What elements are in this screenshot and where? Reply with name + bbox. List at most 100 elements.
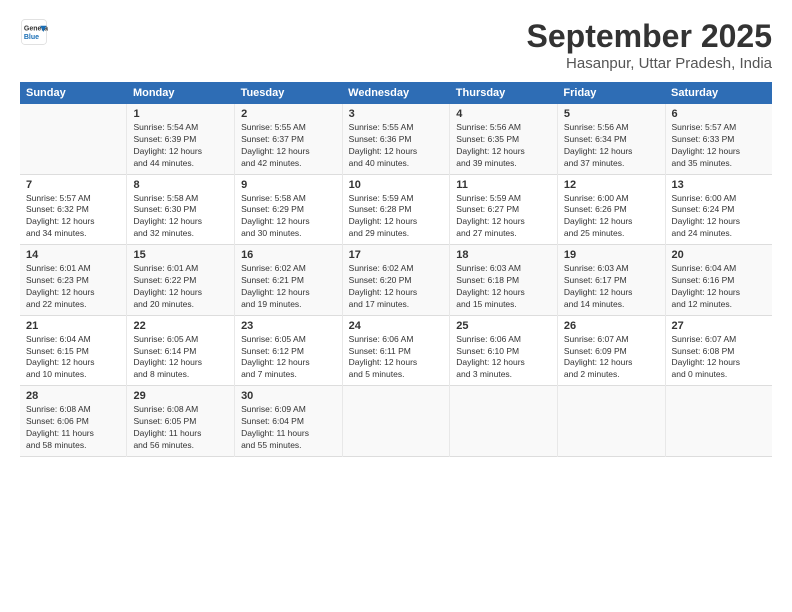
day-number: 15 — [133, 249, 228, 261]
day-cell: 13Sunrise: 6:00 AM Sunset: 6:24 PM Dayli… — [665, 174, 772, 245]
week-row-5: 28Sunrise: 6:08 AM Sunset: 6:06 PM Dayli… — [20, 386, 772, 457]
day-cell: 7 Sunrise: 5:57 AM Sunset: 6:32 PM Daylig… — [20, 174, 127, 245]
day-info: Sunrise: 6:07 AM Sunset: 6:08 PM Dayligh… — [672, 334, 767, 382]
day-info: Sunrise: 6:01 AM Sunset: 6:22 PM Dayligh… — [133, 263, 228, 311]
day-cell: 11 Sunrise: 5:59 AM Sunset: 6:27 PM Dayli… — [450, 174, 558, 245]
day-number: 30 — [241, 390, 336, 402]
day-cell: 16 Sunrise: 6:02 AM Sunset: 6:21 PM Dayli… — [235, 245, 343, 316]
day-number: 7 — [26, 179, 120, 191]
week-row-1: 1Sunrise: 5:54 AM Sunset: 6:39 PM Daylig… — [20, 104, 772, 174]
day-cell: 6 Sunrise: 5:57 AM Sunset: 6:33 PM Daylig… — [665, 104, 772, 174]
week-row-2: 7 Sunrise: 5:57 AM Sunset: 6:32 PM Daylig… — [20, 174, 772, 245]
day-cell: 5 Sunrise: 5:56 AM Sunset: 6:34 PM Daylig… — [557, 104, 665, 174]
day-number: 4 — [456, 108, 551, 120]
day-info: Sunrise: 6:07 AM Sunset: 6:09 PM Dayligh… — [564, 334, 659, 382]
day-number: 18 — [456, 249, 551, 261]
day-cell: 9Sunrise: 5:58 AM Sunset: 6:29 PM Daylig… — [235, 174, 343, 245]
day-info: Sunrise: 5:59 AM Sunset: 6:27 PM Dayligh… — [456, 193, 551, 241]
day-info: Sunrise: 5:56 AM Sunset: 6:35 PM Dayligh… — [456, 122, 551, 170]
day-number: 1 — [133, 108, 228, 120]
day-info: Sunrise: 5:58 AM Sunset: 6:29 PM Dayligh… — [241, 193, 336, 241]
day-info: Sunrise: 5:59 AM Sunset: 6:28 PM Dayligh… — [349, 193, 444, 241]
day-info: Sunrise: 6:02 AM Sunset: 6:21 PM Dayligh… — [241, 263, 336, 311]
col-tuesday: Tuesday — [235, 82, 343, 104]
day-cell: 23Sunrise: 6:05 AM Sunset: 6:12 PM Dayli… — [235, 315, 343, 386]
day-number: 5 — [564, 108, 659, 120]
col-wednesday: Wednesday — [342, 82, 450, 104]
day-cell: 22 Sunrise: 6:05 AM Sunset: 6:14 PM Dayli… — [127, 315, 235, 386]
header: General Blue September 2025 Hasanpur, Ut… — [20, 18, 772, 72]
day-cell: 17 Sunrise: 6:02 AM Sunset: 6:20 PM Dayli… — [342, 245, 450, 316]
day-number: 22 — [133, 320, 228, 332]
day-cell: 12 Sunrise: 6:00 AM Sunset: 6:26 PM Dayli… — [557, 174, 665, 245]
day-number: 13 — [672, 179, 767, 191]
day-cell — [557, 386, 665, 457]
day-cell: 4 Sunrise: 5:56 AM Sunset: 6:35 PM Daylig… — [450, 104, 558, 174]
day-info: Sunrise: 6:06 AM Sunset: 6:11 PM Dayligh… — [349, 334, 444, 382]
day-number: 8 — [133, 179, 228, 191]
day-number: 25 — [456, 320, 551, 332]
day-info: Sunrise: 5:57 AM Sunset: 6:33 PM Dayligh… — [672, 122, 767, 170]
day-number: 23 — [241, 320, 336, 332]
day-info: Sunrise: 6:02 AM Sunset: 6:20 PM Dayligh… — [349, 263, 444, 311]
day-cell — [20, 104, 127, 174]
day-number: 14 — [26, 249, 120, 261]
day-number: 19 — [564, 249, 659, 261]
day-cell: 26 Sunrise: 6:07 AM Sunset: 6:09 PM Dayli… — [557, 315, 665, 386]
day-cell: 25 Sunrise: 6:06 AM Sunset: 6:10 PM Dayli… — [450, 315, 558, 386]
day-number: 10 — [349, 179, 444, 191]
col-sunday: Sunday — [20, 82, 127, 104]
logo: General Blue — [20, 18, 48, 46]
day-info: Sunrise: 6:04 AM Sunset: 6:16 PM Dayligh… — [672, 263, 767, 311]
day-number: 3 — [349, 108, 444, 120]
day-number: 16 — [241, 249, 336, 261]
day-number: 6 — [672, 108, 767, 120]
day-number: 20 — [672, 249, 767, 261]
col-monday: Monday — [127, 82, 235, 104]
day-cell: 1Sunrise: 5:54 AM Sunset: 6:39 PM Daylig… — [127, 104, 235, 174]
day-info: Sunrise: 5:56 AM Sunset: 6:34 PM Dayligh… — [564, 122, 659, 170]
header-row: Sunday Monday Tuesday Wednesday Thursday… — [20, 82, 772, 104]
day-info: Sunrise: 6:08 AM Sunset: 6:06 PM Dayligh… — [26, 404, 120, 452]
day-cell: 30Sunrise: 6:09 AM Sunset: 6:04 PM Dayli… — [235, 386, 343, 457]
day-info: Sunrise: 5:57 AM Sunset: 6:32 PM Dayligh… — [26, 193, 120, 241]
day-cell: 2 Sunrise: 5:55 AM Sunset: 6:37 PM Daylig… — [235, 104, 343, 174]
day-cell: 28Sunrise: 6:08 AM Sunset: 6:06 PM Dayli… — [20, 386, 127, 457]
day-number: 24 — [349, 320, 444, 332]
day-info: Sunrise: 6:05 AM Sunset: 6:14 PM Dayligh… — [133, 334, 228, 382]
day-number: 12 — [564, 179, 659, 191]
page: General Blue September 2025 Hasanpur, Ut… — [0, 0, 792, 612]
day-cell: 3Sunrise: 5:55 AM Sunset: 6:36 PM Daylig… — [342, 104, 450, 174]
week-row-4: 21Sunrise: 6:04 AM Sunset: 6:15 PM Dayli… — [20, 315, 772, 386]
day-info: Sunrise: 6:06 AM Sunset: 6:10 PM Dayligh… — [456, 334, 551, 382]
day-info: Sunrise: 6:01 AM Sunset: 6:23 PM Dayligh… — [26, 263, 120, 311]
day-number: 21 — [26, 320, 120, 332]
day-number: 17 — [349, 249, 444, 261]
day-cell: 21Sunrise: 6:04 AM Sunset: 6:15 PM Dayli… — [20, 315, 127, 386]
day-cell: 20 Sunrise: 6:04 AM Sunset: 6:16 PM Dayli… — [665, 245, 772, 316]
day-number: 26 — [564, 320, 659, 332]
day-info: Sunrise: 6:03 AM Sunset: 6:18 PM Dayligh… — [456, 263, 551, 311]
subtitle: Hasanpur, Uttar Pradesh, India — [527, 55, 772, 72]
day-cell — [450, 386, 558, 457]
day-number: 11 — [456, 179, 551, 191]
day-number: 2 — [241, 108, 336, 120]
day-info: Sunrise: 6:00 AM Sunset: 6:26 PM Dayligh… — [564, 193, 659, 241]
logo-icon: General Blue — [20, 18, 48, 46]
col-thursday: Thursday — [450, 82, 558, 104]
col-friday: Friday — [557, 82, 665, 104]
day-cell: 29Sunrise: 6:08 AM Sunset: 6:05 PM Dayli… — [127, 386, 235, 457]
main-title: September 2025 — [527, 18, 772, 55]
day-info: Sunrise: 5:55 AM Sunset: 6:37 PM Dayligh… — [241, 122, 336, 170]
day-cell — [665, 386, 772, 457]
day-cell: 18 Sunrise: 6:03 AM Sunset: 6:18 PM Dayli… — [450, 245, 558, 316]
day-cell: 24 Sunrise: 6:06 AM Sunset: 6:11 PM Dayli… — [342, 315, 450, 386]
day-number: 27 — [672, 320, 767, 332]
day-cell: 27 Sunrise: 6:07 AM Sunset: 6:08 PM Dayli… — [665, 315, 772, 386]
day-cell: 14 Sunrise: 6:01 AM Sunset: 6:23 PM Dayli… — [20, 245, 127, 316]
col-saturday: Saturday — [665, 82, 772, 104]
day-cell — [342, 386, 450, 457]
day-cell: 8 Sunrise: 5:58 AM Sunset: 6:30 PM Daylig… — [127, 174, 235, 245]
day-info: Sunrise: 5:58 AM Sunset: 6:30 PM Dayligh… — [133, 193, 228, 241]
day-info: Sunrise: 6:08 AM Sunset: 6:05 PM Dayligh… — [133, 404, 228, 452]
